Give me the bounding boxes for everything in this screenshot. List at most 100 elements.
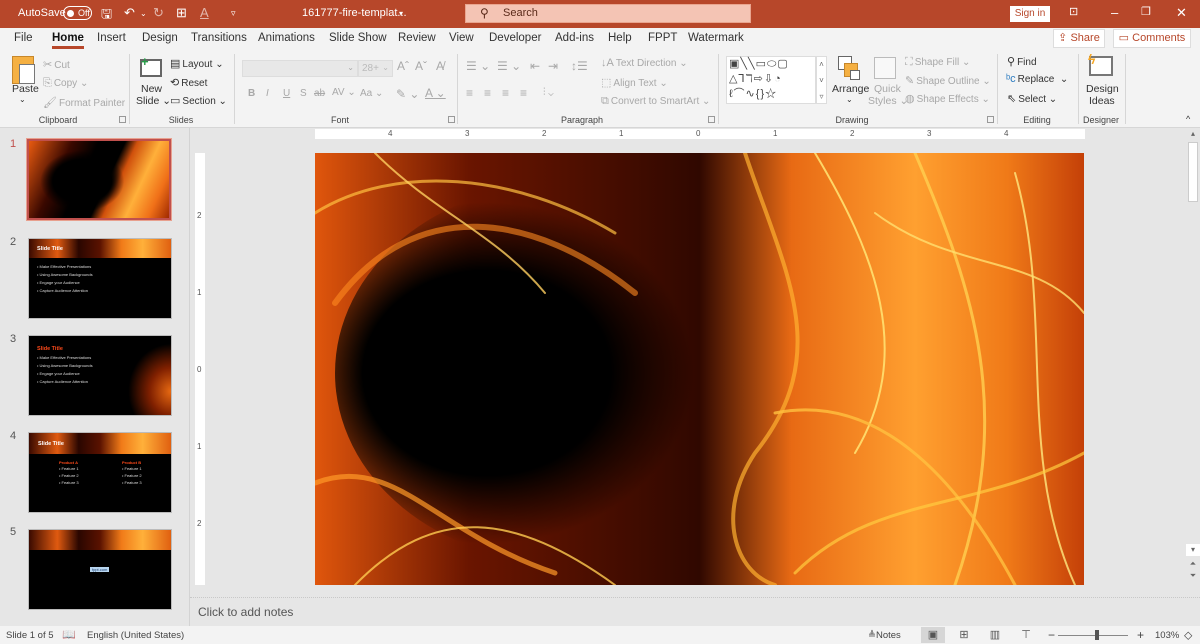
align-center-icon[interactable]: ≡ [484, 86, 491, 100]
search-box[interactable]: ⚲ Search [465, 4, 751, 23]
normal-view-icon[interactable]: ▣ [921, 627, 945, 643]
share-button[interactable]: ⇪ Share [1053, 29, 1105, 48]
increase-font-icon[interactable]: Aˆ [397, 59, 409, 73]
slide-thumbnail-4[interactable]: Slide Title Product A Product B • Featur… [28, 432, 172, 513]
decrease-indent-icon[interactable]: ⇤ [530, 59, 540, 73]
paragraph-launcher-icon[interactable] [708, 116, 715, 123]
clear-formatting-icon[interactable]: A̸ [436, 59, 444, 73]
replace-button[interactable]: ᵇc Replace ⌄ [1006, 73, 1068, 85]
text-direction-button[interactable]: ↓A Text Direction ⌄ [601, 57, 688, 69]
language-indicator[interactable]: English (United States) [87, 630, 184, 641]
tab-add-ins[interactable]: Add-ins [555, 32, 594, 44]
drawing-launcher-icon[interactable] [987, 116, 994, 123]
tab-home[interactable]: Home [52, 32, 84, 49]
new-slide-label[interactable]: Slide ⌄ [136, 95, 171, 107]
zoom-slider-thumb[interactable] [1095, 630, 1099, 640]
notes-toggle[interactable]: ≜Notes [868, 630, 901, 641]
decrease-font-icon[interactable]: Aˇ [415, 59, 427, 73]
clipboard-launcher-icon[interactable] [119, 116, 126, 123]
font-color-icon[interactable]: A [200, 5, 209, 20]
sign-in-button[interactable]: Sign in [1010, 6, 1050, 22]
change-case-button[interactable]: Aa ⌄ [360, 88, 383, 99]
font-name-dropdown[interactable]: ⌄ [242, 60, 358, 77]
section-button[interactable]: ▭ Section ⌄ [170, 94, 227, 107]
tab-watermark[interactable]: Watermark [688, 32, 744, 44]
paste-button[interactable]: Paste [12, 83, 39, 95]
collapse-ribbon-icon[interactable]: ^ [1186, 114, 1190, 124]
design-ideas-label[interactable]: Ideas [1089, 95, 1115, 107]
slide-show-icon[interactable]: ⊤ [1014, 627, 1038, 643]
vertical-scrollbar[interactable]: ▴ ▾ ⏶ ⏷ [1186, 128, 1200, 580]
slide-thumbnail-5[interactable]: fppt.com [28, 529, 172, 610]
zoom-in-button[interactable]: + [1137, 628, 1144, 642]
convert-smartart-button[interactable]: ⧉ Convert to SmartArt ⌄ [601, 95, 710, 108]
ribbon-display-icon[interactable]: ⊡ [1069, 5, 1078, 18]
arrange-dropdown-icon[interactable]: ⌄ [846, 95, 853, 104]
tab-design[interactable]: Design [142, 32, 178, 44]
font-size-dropdown[interactable]: 28+ ⌄ [358, 60, 393, 77]
quick-styles-icon[interactable] [874, 57, 896, 79]
tab-slide-show[interactable]: Slide Show [329, 32, 387, 44]
customize-toolbar-icon[interactable]: ▿ [231, 8, 236, 19]
columns-icon[interactable]: ⫶ ⌄ [543, 87, 554, 98]
redo-icon[interactable]: ↻ [153, 5, 164, 21]
format-painter-button[interactable]: 🖌 Format Painter [43, 96, 125, 109]
increase-indent-icon[interactable]: ⇥ [548, 59, 558, 73]
tab-animations[interactable]: Animations [258, 32, 315, 44]
present-icon[interactable]: ⊞ [176, 5, 187, 21]
quick-styles-button[interactable]: Quick [874, 83, 901, 95]
slide-thumbnail-2[interactable]: Slide Title • Make Effective Presentatio… [28, 238, 172, 319]
paste-dropdown-icon[interactable]: ⌄ [19, 95, 26, 104]
scroll-up-icon[interactable]: ▴ [1186, 128, 1200, 140]
slide-thumbnail-3[interactable]: Slide Title • Make Effective Presentatio… [28, 335, 172, 416]
next-slide-icon[interactable]: ⏷ [1186, 570, 1200, 582]
new-slide-button[interactable]: New [141, 83, 162, 95]
shapes-gallery[interactable]: ▣╲╲▭⬭▢ △⅂ℸ⇨⇩◔ ℓ⌒∿{}☆ [726, 56, 816, 104]
italic-button[interactable]: I [266, 88, 269, 99]
reading-view-icon[interactable]: ▥ [983, 627, 1007, 643]
justify-icon[interactable]: ≡ [520, 86, 527, 100]
tab-view[interactable]: View [449, 32, 474, 44]
reset-button[interactable]: ⟲ Reset [170, 76, 207, 89]
font-color-button[interactable]: A ⌄ [425, 86, 446, 100]
align-text-button[interactable]: ⬚ Align Text ⌄ [601, 76, 668, 89]
zoom-slider[interactable] [1058, 635, 1128, 636]
zoom-level[interactable]: 103% [1155, 630, 1179, 641]
undo-icon[interactable]: ↶ [124, 5, 135, 21]
copy-button[interactable]: ⎘ Copy ⌄ [43, 77, 88, 90]
title-dropdown-icon[interactable]: ▾ [399, 9, 403, 18]
scrollbar-thumb[interactable] [1188, 142, 1198, 202]
design-ideas-button[interactable]: Design [1086, 83, 1119, 95]
align-right-icon[interactable]: ≡ [502, 86, 509, 100]
fit-slide-icon[interactable]: ⬦ [1184, 628, 1192, 643]
character-spacing-button[interactable]: AV ⌄ [332, 87, 356, 98]
zoom-out-button[interactable]: − [1048, 628, 1055, 642]
slide-sorter-icon[interactable]: ⊞ [952, 627, 976, 643]
restore-icon[interactable]: ❐ [1141, 5, 1151, 18]
align-left-icon[interactable]: ≡ [466, 86, 473, 100]
tab-review[interactable]: Review [398, 32, 436, 44]
tab-transitions[interactable]: Transitions [191, 32, 247, 44]
comments-button[interactable]: ▭ Comments [1113, 29, 1191, 48]
tab-help[interactable]: Help [608, 32, 632, 44]
accessibility-icon[interactable]: 📖 [62, 628, 76, 641]
shape-outline-button[interactable]: ✎ Shape Outline ⌄ [905, 74, 991, 87]
autosave-toggle[interactable]: Off [63, 6, 92, 20]
cut-button[interactable]: ✂ Cut [43, 58, 70, 71]
shape-fill-button[interactable]: ⛶ Shape Fill ⌄ [905, 56, 970, 69]
document-title[interactable]: 161777-fire-templat... [302, 7, 407, 19]
shapes-scroll[interactable]: ˄ ˅ ▿ [816, 56, 827, 104]
quick-styles-label[interactable]: Styles ⌄ [868, 95, 908, 107]
tab-file[interactable]: File [14, 32, 33, 44]
minimize-icon[interactable]: – [1111, 5, 1118, 20]
save-icon[interactable]: 🖫 [101, 5, 112, 27]
layout-button[interactable]: ▤ Layout ⌄ [170, 57, 224, 70]
notes-pane[interactable]: Click to add notes [190, 597, 1200, 626]
undo-dropdown-icon[interactable]: ⌄ [140, 9, 147, 18]
tab-insert[interactable]: Insert [97, 32, 126, 44]
slide-thumbnail-1[interactable] [26, 138, 172, 221]
bold-button[interactable]: B [248, 88, 255, 99]
tab-fppt[interactable]: FPPT [648, 32, 677, 44]
shape-effects-button[interactable]: ◍ Shape Effects ⌄ [905, 92, 990, 105]
line-spacing-icon[interactable]: ↕☰ [571, 59, 588, 73]
